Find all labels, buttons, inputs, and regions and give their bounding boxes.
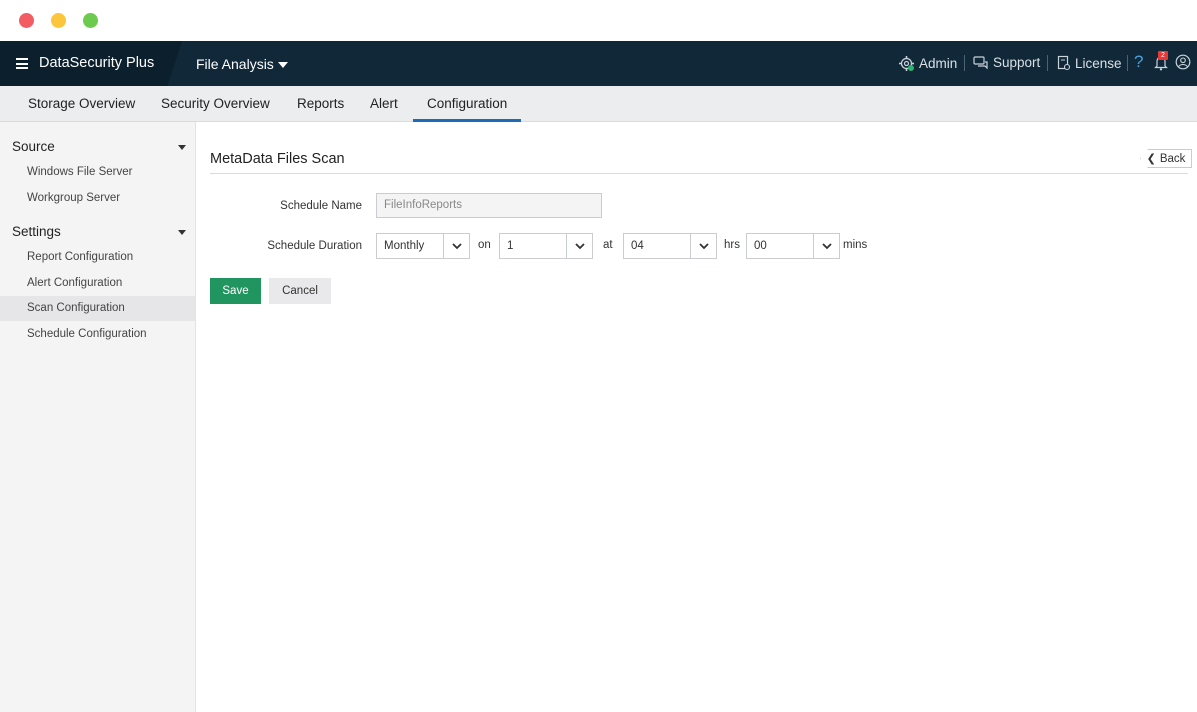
minutes-value: 00 <box>754 240 767 252</box>
hrs-label: hrs <box>724 239 740 251</box>
module-selector[interactable]: File Analysis <box>196 56 274 72</box>
notification-badge: 2 <box>1158 51 1168 60</box>
back-label: Back <box>1159 152 1186 165</box>
chevron-down-icon[interactable] <box>566 234 592 258</box>
mins-label: mins <box>843 239 868 251</box>
minutes-select[interactable]: 00 <box>746 233 840 259</box>
chevron-left-icon: ❮ <box>1146 153 1156 165</box>
user-icon <box>1175 54 1191 70</box>
day-select[interactable]: 1 <box>499 233 593 259</box>
hamburger-menu-icon[interactable] <box>16 58 28 69</box>
support-chat-icon <box>973 56 988 70</box>
frequency-value: Monthly <box>384 240 425 252</box>
maximize-window-button[interactable] <box>83 13 98 28</box>
separator <box>964 55 965 71</box>
main-content: MetaData Files Scan ❮ Back Schedule Name… <box>196 122 1197 712</box>
separator <box>1047 55 1048 71</box>
hours-select[interactable]: 04 <box>623 233 717 259</box>
chevron-down-icon[interactable] <box>443 234 469 258</box>
chevron-down-icon[interactable] <box>813 234 839 258</box>
window-chrome <box>0 0 1197 41</box>
admin-gear-icon <box>899 56 914 71</box>
module-caret-icon[interactable] <box>278 62 288 68</box>
caret-down-icon[interactable] <box>178 145 186 150</box>
at-label: at <box>603 239 613 251</box>
support-link[interactable]: Support <box>973 55 1040 70</box>
top-bar: DataSecurity Plus File Analysis Admin Su… <box>0 41 1197 86</box>
admin-link[interactable]: Admin <box>898 55 957 72</box>
tab-security-overview[interactable]: Security Overview <box>161 96 270 111</box>
caret-down-icon[interactable] <box>178 230 186 235</box>
sidebar-item-windows-file-server[interactable]: Windows File Server <box>0 160 195 185</box>
tab-configuration[interactable]: Configuration <box>427 96 507 111</box>
frequency-select[interactable]: Monthly <box>376 233 470 259</box>
save-button[interactable]: Save <box>210 278 261 304</box>
help-icon[interactable]: ? <box>1134 52 1143 72</box>
hours-value: 04 <box>631 240 644 252</box>
sidebar-item-workgroup-server[interactable]: Workgroup Server <box>0 186 195 211</box>
schedule-name-label: Schedule Name <box>280 200 362 212</box>
back-button[interactable]: ❮ Back <box>1140 149 1192 168</box>
page-title: MetaData Files Scan <box>210 151 345 167</box>
schedule-name-input[interactable]: FileInfoReports <box>376 193 602 218</box>
minimize-window-button[interactable] <box>51 13 66 28</box>
chevron-down-icon[interactable] <box>690 234 716 258</box>
sidebar-section-settings[interactable]: Settings <box>12 224 61 239</box>
sidebar-section-source[interactable]: Source <box>12 139 55 154</box>
schedule-duration-label: Schedule Duration <box>267 240 362 252</box>
help-label: ? <box>1134 52 1144 71</box>
sidebar-item-report-configuration[interactable]: Report Configuration <box>0 245 195 270</box>
sidebar-item-alert-configuration[interactable]: Alert Configuration <box>0 271 195 296</box>
brand-title: DataSecurity Plus <box>39 55 155 71</box>
license-link[interactable]: License <box>1057 55 1122 71</box>
tab-reports[interactable]: Reports <box>297 96 344 111</box>
sidebar: Source Windows File Server Workgroup Ser… <box>0 122 196 712</box>
admin-label: Admin <box>919 56 958 71</box>
tab-alert[interactable]: Alert <box>370 96 398 111</box>
user-account-button[interactable] <box>1175 54 1195 70</box>
license-label: License <box>1075 55 1122 71</box>
separator <box>1127 55 1128 71</box>
title-divider <box>210 173 1188 174</box>
license-icon <box>1057 55 1071 71</box>
main-nav: Storage Overview Security Overview Repor… <box>0 86 1197 122</box>
on-label: on <box>478 239 491 251</box>
cancel-button[interactable]: Cancel <box>269 278 331 304</box>
day-value: 1 <box>507 240 514 252</box>
tab-storage-overview[interactable]: Storage Overview <box>28 96 135 111</box>
support-label: Support <box>993 55 1041 70</box>
sidebar-item-scan-configuration[interactable]: Scan Configuration <box>0 296 195 321</box>
sidebar-item-schedule-configuration[interactable]: Schedule Configuration <box>0 322 195 347</box>
close-window-button[interactable] <box>19 13 34 28</box>
